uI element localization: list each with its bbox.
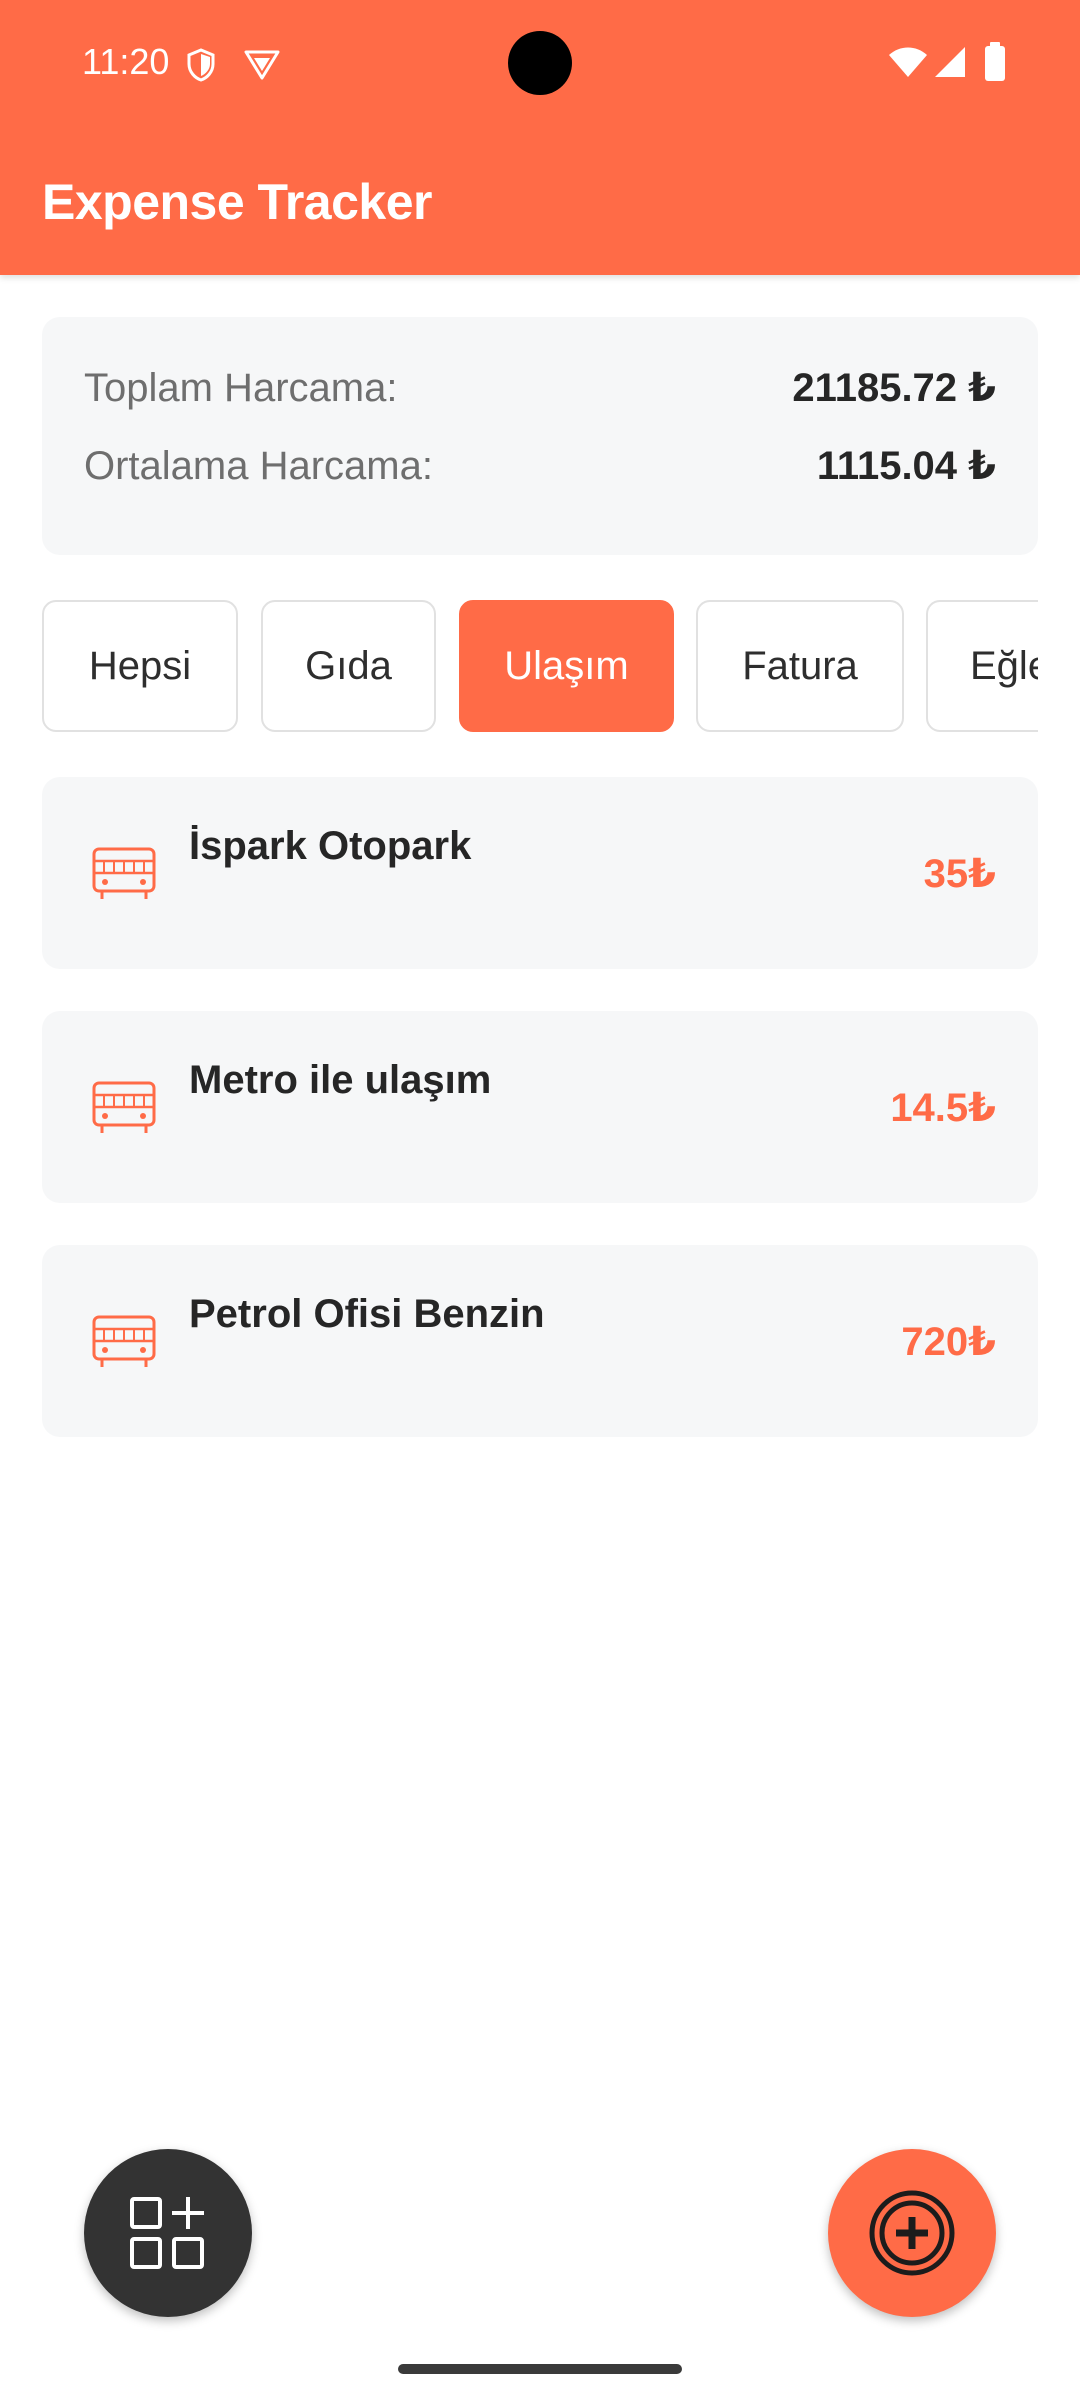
- total-spending-row: Toplam Harcama: 21185.72 ₺: [84, 363, 996, 413]
- expense-item[interactable]: İspark Otopark 35₺: [42, 777, 1038, 969]
- battery-icon: [985, 42, 1005, 81]
- expense-name: İspark Otopark: [189, 824, 472, 868]
- apps-add-icon: [130, 2197, 204, 2269]
- total-spending-label: Toplam Harcama:: [84, 366, 398, 410]
- expense-name: Metro ile ulaşım: [189, 1058, 492, 1102]
- expense-item[interactable]: Petrol Ofisi Benzin 720₺: [42, 1245, 1038, 1437]
- bus-icon: [92, 1315, 156, 1367]
- status-bar: 11:20: [0, 0, 1080, 128]
- shield-icon: [187, 48, 215, 82]
- filter-chip-all[interactable]: Hepsi: [42, 600, 238, 732]
- expense-name: Petrol Ofisi Benzin: [189, 1292, 545, 1336]
- filter-chip-bills[interactable]: Fatura: [696, 600, 904, 732]
- filter-chip-food[interactable]: Gıda: [261, 600, 436, 732]
- expense-amount: 14.5₺: [890, 1086, 996, 1130]
- average-spending-row: Ortalama Harcama: 1115.04 ₺: [84, 441, 996, 491]
- app-header: 11:20 Expense Tracker: [0, 0, 1080, 275]
- plus-circle-icon: [869, 2190, 955, 2276]
- status-time: 11:20: [82, 41, 170, 82]
- filter-chip-entertainment[interactable]: Eğle: [926, 600, 1038, 732]
- bus-icon: [92, 1081, 156, 1133]
- total-spending-value: 21185.72 ₺: [792, 366, 996, 410]
- signal-icon: [935, 47, 965, 77]
- summary-card: Toplam Harcama: 21185.72 ₺ Ortalama Harc…: [42, 317, 1038, 555]
- expense-item[interactable]: Metro ile ulaşım 14.5₺: [42, 1011, 1038, 1203]
- category-filter-bar[interactable]: Hepsi Gıda Ulaşım Fatura Eğle: [42, 598, 1038, 738]
- expense-amount: 720₺: [901, 1320, 996, 1364]
- app-title: Expense Tracker: [42, 174, 433, 230]
- average-spending-label: Ortalama Harcama:: [84, 444, 433, 488]
- camera-cutout: [508, 31, 572, 95]
- expense-amount: 35₺: [923, 852, 996, 896]
- vpn-icon: [244, 50, 280, 80]
- add-expense-fab-button[interactable]: [828, 2149, 996, 2317]
- home-indicator[interactable]: [398, 2364, 682, 2374]
- average-spending-value: 1115.04 ₺: [816, 444, 996, 488]
- wifi-icon: [889, 47, 927, 77]
- categories-fab-button[interactable]: [84, 2149, 252, 2317]
- bus-icon: [92, 847, 156, 899]
- filter-chip-transport[interactable]: Ulaşım: [459, 600, 674, 732]
